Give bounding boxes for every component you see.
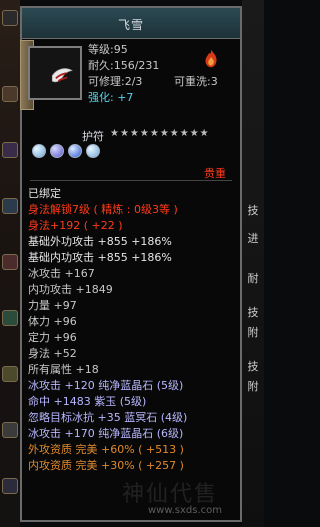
watermark-text: www.sxds.com [147, 505, 222, 516]
attribute-line: 命中 +1483 紫玉 (5级) [28, 395, 147, 408]
right-sidebar [242, 0, 264, 527]
attribute-line: 所有属性 +18 [28, 363, 99, 376]
attribute-list: 已绑定 身法解锁7级 ( 精炼 : 0级3等 ) 身法+192 ( +22 ) … [28, 186, 230, 474]
durability-text: 耐久:156/231 [88, 59, 160, 72]
attribute-line: 定力 +96 [28, 331, 77, 344]
attribute-line: 体力 +96 [28, 315, 77, 328]
skill-slot-icon[interactable] [2, 198, 18, 214]
attribute-line: 外攻资质 完美 +60% ( +513 ) [28, 443, 184, 456]
gem-slot-icon [50, 144, 64, 158]
attribute-line: 基础内功攻击 +855 +186% [28, 250, 230, 266]
sidebar-text: 技 [247, 204, 259, 217]
rarity-label: 贵重 [204, 167, 226, 180]
sidebar-text: 附 [247, 380, 259, 393]
skill-slot-icon[interactable] [2, 310, 18, 326]
attribute-line: 冰攻击 +120 纯净蓝晶石 (5级) [28, 379, 184, 392]
sidebar-text: 进 [247, 232, 259, 245]
attribute-text: 基础外功攻击 +855 +186% [28, 235, 172, 248]
gem-slot-icon [32, 144, 46, 158]
skill-slot-icon[interactable] [2, 478, 18, 494]
rewash-text: 可重洗:3 [174, 75, 218, 88]
level-text: 等级:95 [88, 43, 128, 56]
sidebar-text: 技 [247, 306, 259, 319]
skill-slot-icon[interactable] [2, 422, 18, 438]
enhance-label: 强化: [88, 91, 114, 104]
item-tooltip-panel: 飞雪 等级:95 耐久:156/231 可修理:2/3 可重洗:3 强化: +7… [20, 6, 242, 522]
attribute-line: 冰攻击 +167 [28, 267, 95, 280]
attribute-text: 基础内功攻击 +855 +186% [28, 251, 172, 264]
item-title: 飞雪 [117, 18, 144, 32]
gem-slot-icon [86, 144, 100, 158]
charm-label: 护符 [82, 130, 104, 143]
skill-slot-icon[interactable] [2, 86, 18, 102]
attribute-line: 基础外功攻击 +855 +186% [28, 234, 230, 250]
title-bar: 飞雪 [22, 8, 240, 39]
skill-slot-icon[interactable] [2, 142, 18, 158]
attribute-line: 内攻资质 完美 +30% ( +257 ) [28, 459, 184, 472]
charm-stars: ★★★★★★★★★★ [110, 128, 210, 139]
item-portrait [28, 46, 82, 100]
attribute-line: 身法+192 ( +22 ) [28, 219, 123, 232]
skill-slot-icon[interactable] [2, 366, 18, 382]
attribute-line: 忽略目标冰抗 +35 蓝冥石 (4级) [28, 411, 188, 424]
attribute-line: 内功攻击 +1849 [28, 283, 113, 296]
skill-slot-icon[interactable] [2, 254, 18, 270]
skill-slot-icon[interactable] [2, 10, 18, 26]
attribute-line: 力量 +97 [28, 299, 77, 312]
fire-icon [205, 49, 217, 68]
attribute-line: 冰攻击 +170 纯净蓝晶石 (6级) [28, 427, 184, 440]
attribute-line: 身法 +52 [28, 347, 77, 360]
enhance-value: +7 [117, 91, 134, 104]
left-sidebar [0, 0, 20, 527]
repairable-text: 可修理:2/3 [88, 75, 143, 88]
gem-slot-icon [68, 144, 82, 158]
watermark-brand: 神仙代售 [121, 482, 218, 507]
sidebar-text: 技 [247, 360, 259, 373]
bound-status: 已绑定 [28, 187, 61, 200]
wing-icon [51, 68, 73, 83]
sidebar-text: 附 [247, 326, 259, 339]
attribute-line: 身法解锁7级 ( 精炼 : 0级3等 ) [28, 203, 178, 216]
divider [30, 180, 232, 181]
sidebar-text: 耐 [247, 272, 259, 285]
